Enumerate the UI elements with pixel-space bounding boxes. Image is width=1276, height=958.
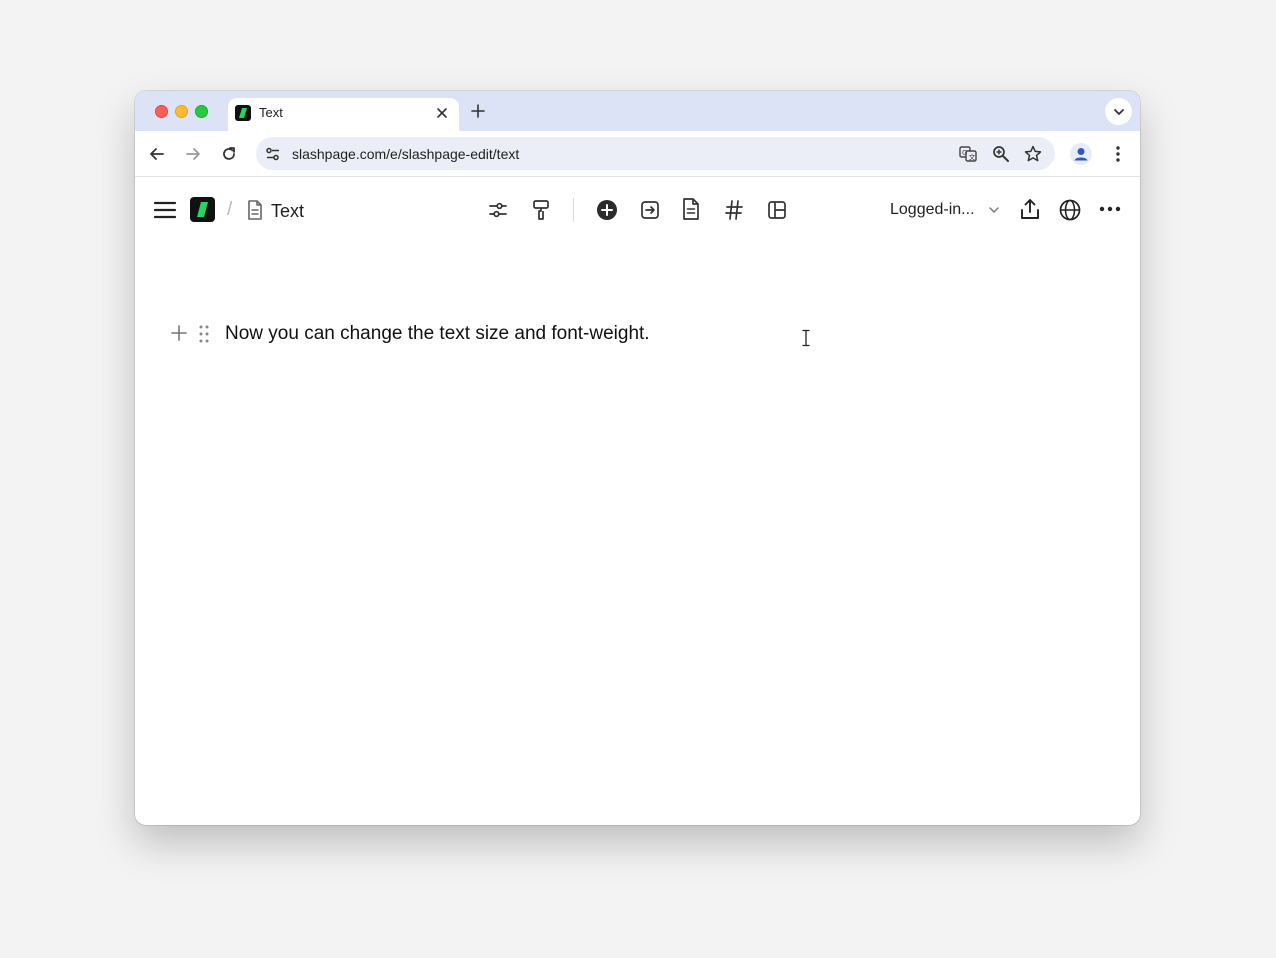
sliders-icon[interactable] bbox=[486, 199, 510, 221]
address-bar[interactable]: slashpage.com/e/slashpage-edit/text G文 bbox=[256, 137, 1055, 170]
document-icon[interactable] bbox=[680, 197, 702, 221]
globe-icon[interactable] bbox=[1058, 198, 1082, 222]
close-window-button[interactable] bbox=[155, 105, 168, 118]
chevron-down-icon[interactable] bbox=[987, 203, 1001, 217]
text-block[interactable]: Now you can change the text size and fon… bbox=[225, 322, 650, 346]
drag-handle-icon[interactable] bbox=[197, 324, 211, 344]
person-icon[interactable] bbox=[1070, 143, 1092, 165]
breadcrumb-separator: / bbox=[227, 199, 233, 220]
tune-icon[interactable] bbox=[264, 145, 282, 163]
share-icon[interactable] bbox=[1018, 197, 1042, 221]
text-cursor-icon bbox=[801, 329, 811, 347]
toolbar-divider bbox=[573, 198, 574, 222]
arrow-left-icon[interactable] bbox=[146, 143, 168, 165]
reload-icon[interactable] bbox=[218, 143, 240, 165]
more-icon[interactable] bbox=[1098, 201, 1122, 217]
document-icon bbox=[245, 199, 265, 221]
arrow-into-box-icon[interactable] bbox=[638, 198, 662, 222]
slashpage-logo-icon[interactable] bbox=[190, 197, 215, 222]
tab-title: Text bbox=[259, 105, 283, 120]
arrow-right-icon[interactable] bbox=[182, 143, 204, 165]
translate-icon[interactable]: G文 bbox=[958, 144, 978, 164]
add-block-icon[interactable] bbox=[170, 324, 188, 342]
layout-icon[interactable] bbox=[765, 198, 789, 222]
svg-text:文: 文 bbox=[969, 153, 976, 162]
browser-tab-active[interactable]: Text bbox=[228, 98, 459, 131]
browser-window: Text slashpage.com/e/slashpage-edit/text bbox=[135, 91, 1140, 825]
page-title[interactable]: Text bbox=[271, 200, 304, 222]
slashpage-favicon-icon bbox=[235, 105, 251, 121]
visibility-dropdown[interactable]: Logged-in... bbox=[890, 200, 975, 220]
paint-roller-icon[interactable] bbox=[529, 198, 553, 222]
kebab-icon[interactable] bbox=[1108, 143, 1128, 165]
plus-circle-icon[interactable] bbox=[595, 198, 619, 222]
star-icon[interactable] bbox=[1023, 144, 1043, 164]
plus-icon[interactable] bbox=[469, 102, 487, 120]
hash-icon[interactable] bbox=[723, 198, 745, 222]
hamburger-menu-icon[interactable] bbox=[152, 198, 178, 222]
tab-strip: Text bbox=[135, 91, 1140, 131]
chevron-down-icon[interactable] bbox=[1105, 98, 1132, 125]
zoom-icon[interactable] bbox=[991, 144, 1011, 164]
svg-text:G: G bbox=[962, 149, 967, 157]
minimize-window-button[interactable] bbox=[175, 105, 188, 118]
zoom-window-button[interactable] bbox=[195, 105, 208, 118]
close-icon[interactable] bbox=[433, 104, 451, 122]
url-text: slashpage.com/e/slashpage-edit/text bbox=[292, 146, 520, 162]
browser-toolbar: slashpage.com/e/slashpage-edit/text G文 bbox=[135, 131, 1140, 177]
